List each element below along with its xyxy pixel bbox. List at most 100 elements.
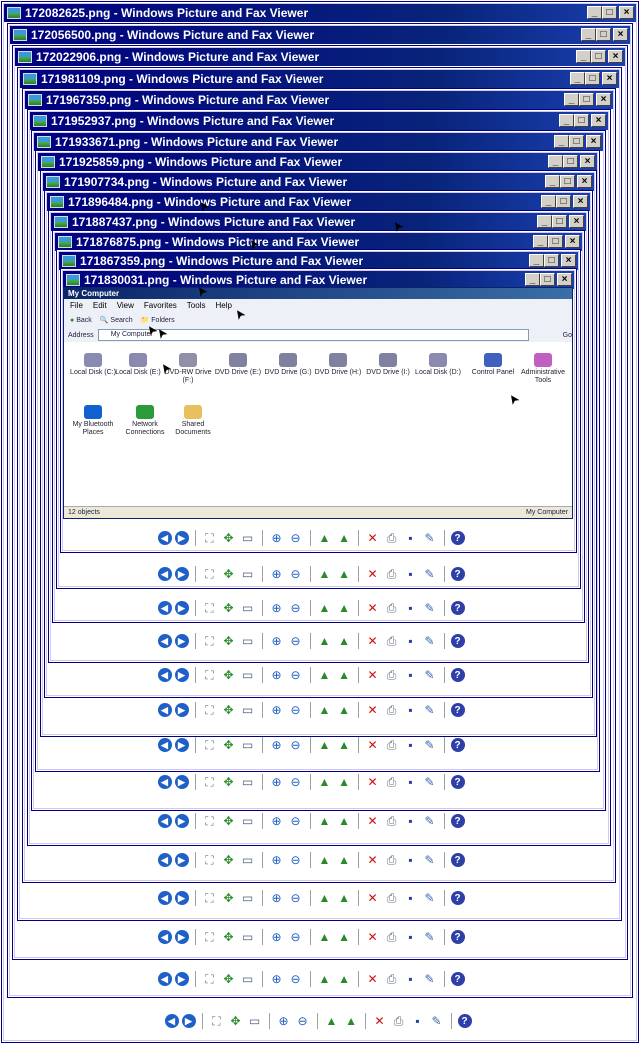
actual-size-icon[interactable]: ✥ <box>221 633 237 649</box>
delete-icon[interactable]: ✕ <box>365 633 381 649</box>
zoom-out-icon[interactable]: ⊖ <box>288 633 304 649</box>
print-icon[interactable]: ⎙ <box>384 702 400 718</box>
help-icon[interactable]: ? <box>450 601 465 615</box>
drive-item[interactable]: Local Disk (C:) <box>68 353 118 377</box>
drive-item[interactable]: Local Disk (D:) <box>413 353 463 377</box>
zoom-in-icon[interactable]: ⊕ <box>269 530 285 546</box>
drive-item[interactable]: Administrative Tools <box>518 353 568 385</box>
help-icon[interactable]: ? <box>450 891 465 905</box>
rotate-clockwise-icon[interactable]: ▲ <box>317 774 333 790</box>
zoom-in-icon[interactable]: ⊕ <box>269 774 285 790</box>
previous-image-icon[interactable]: ◀ <box>157 775 172 789</box>
zoom-in-icon[interactable]: ⊕ <box>269 702 285 718</box>
save-icon[interactable]: ▪ <box>403 702 419 718</box>
print-icon[interactable]: ⎙ <box>384 971 400 987</box>
zoom-out-icon[interactable]: ⊖ <box>288 530 304 546</box>
edit-icon[interactable]: ✎ <box>422 667 438 683</box>
help-icon[interactable]: ? <box>450 775 465 789</box>
slideshow-icon[interactable]: ▭ <box>240 929 256 945</box>
best-fit-icon[interactable]: ⛶ <box>202 702 218 718</box>
maximize-button[interactable]: □ <box>591 50 606 63</box>
help-icon[interactable]: ? <box>450 814 465 828</box>
minimize-button[interactable]: _ <box>545 175 560 188</box>
close-button[interactable]: × <box>608 50 623 63</box>
rotate-counterclockwise-icon[interactable]: ▲ <box>336 600 352 616</box>
delete-icon[interactable]: ✕ <box>365 737 381 753</box>
best-fit-icon[interactable]: ⛶ <box>202 566 218 582</box>
help-icon[interactable]: ? <box>450 668 465 682</box>
save-icon[interactable]: ▪ <box>403 890 419 906</box>
maximize-button[interactable]: □ <box>560 175 575 188</box>
rotate-counterclockwise-icon[interactable]: ▲ <box>336 530 352 546</box>
next-image-icon[interactable]: ▶ <box>174 814 189 828</box>
rotate-counterclockwise-icon[interactable]: ▲ <box>336 702 352 718</box>
zoom-in-icon[interactable]: ⊕ <box>269 633 285 649</box>
previous-image-icon[interactable]: ◀ <box>157 891 172 905</box>
maximize-button[interactable]: □ <box>579 93 594 106</box>
minimize-button[interactable]: _ <box>548 155 563 168</box>
menu-item[interactable]: Edit <box>93 299 107 312</box>
rotate-counterclockwise-icon[interactable]: ▲ <box>336 667 352 683</box>
edit-icon[interactable]: ✎ <box>422 530 438 546</box>
edit-icon[interactable]: ✎ <box>422 633 438 649</box>
print-icon[interactable]: ⎙ <box>384 929 400 945</box>
minimize-button[interactable]: _ <box>564 93 579 106</box>
zoom-in-icon[interactable]: ⊕ <box>269 852 285 868</box>
zoom-in-icon[interactable]: ⊕ <box>276 1013 292 1029</box>
print-icon[interactable]: ⎙ <box>384 600 400 616</box>
edit-icon[interactable]: ✎ <box>422 971 438 987</box>
previous-image-icon[interactable]: ◀ <box>157 634 172 648</box>
minimize-button[interactable]: _ <box>570 72 585 85</box>
actual-size-icon[interactable]: ✥ <box>221 702 237 718</box>
minimize-button[interactable]: _ <box>559 114 574 127</box>
maximize-button[interactable]: □ <box>574 114 589 127</box>
window-title-bar[interactable]: 172022906.png - Windows Picture and Fax … <box>15 48 625 66</box>
rotate-clockwise-icon[interactable]: ▲ <box>317 667 333 683</box>
minimize-button[interactable]: _ <box>541 195 556 208</box>
actual-size-icon[interactable]: ✥ <box>221 971 237 987</box>
save-icon[interactable]: ▪ <box>403 852 419 868</box>
previous-image-icon[interactable]: ◀ <box>164 1014 179 1028</box>
rotate-counterclockwise-icon[interactable]: ▲ <box>343 1013 359 1029</box>
window-title-bar[interactable]: 172056500.png - Windows Picture and Fax … <box>10 26 630 44</box>
zoom-in-icon[interactable]: ⊕ <box>269 566 285 582</box>
search-button[interactable]: 🔍 Search <box>100 316 133 324</box>
previous-image-icon[interactable]: ◀ <box>157 567 172 581</box>
zoom-out-icon[interactable]: ⊖ <box>288 852 304 868</box>
rotate-counterclockwise-icon[interactable]: ▲ <box>336 813 352 829</box>
zoom-in-icon[interactable]: ⊕ <box>269 971 285 987</box>
slideshow-icon[interactable]: ▭ <box>240 667 256 683</box>
rotate-clockwise-icon[interactable]: ▲ <box>317 702 333 718</box>
print-icon[interactable]: ⎙ <box>384 737 400 753</box>
next-image-icon[interactable]: ▶ <box>174 601 189 615</box>
actual-size-icon[interactable]: ✥ <box>221 774 237 790</box>
maximize-button[interactable]: □ <box>544 254 559 267</box>
zoom-out-icon[interactable]: ⊖ <box>288 667 304 683</box>
actual-size-icon[interactable]: ✥ <box>221 737 237 753</box>
minimize-button[interactable]: _ <box>587 6 602 19</box>
menu-item[interactable]: Help <box>215 299 231 312</box>
rotate-clockwise-icon[interactable]: ▲ <box>317 929 333 945</box>
drive-item[interactable]: Control Panel <box>468 353 518 377</box>
print-icon[interactable]: ⎙ <box>384 813 400 829</box>
next-image-icon[interactable]: ▶ <box>174 853 189 867</box>
help-icon[interactable]: ? <box>450 703 465 717</box>
window-title-bar[interactable]: 172082625.png - Windows Picture and Fax … <box>4 4 636 22</box>
previous-image-icon[interactable]: ◀ <box>157 601 172 615</box>
minimize-button[interactable]: _ <box>525 273 540 286</box>
slideshow-icon[interactable]: ▭ <box>240 737 256 753</box>
close-button[interactable]: × <box>596 93 611 106</box>
zoom-out-icon[interactable]: ⊖ <box>288 702 304 718</box>
slideshow-icon[interactable]: ▭ <box>240 852 256 868</box>
delete-icon[interactable]: ✕ <box>365 929 381 945</box>
drive-item[interactable]: DVD Drive (E:) <box>213 353 263 377</box>
slideshow-icon[interactable]: ▭ <box>240 890 256 906</box>
previous-image-icon[interactable]: ◀ <box>157 853 172 867</box>
minimize-button[interactable]: _ <box>533 235 548 248</box>
close-button[interactable]: × <box>580 155 595 168</box>
drive-item[interactable]: Local Disk (E:) <box>113 353 163 377</box>
print-icon[interactable]: ⎙ <box>384 667 400 683</box>
edit-icon[interactable]: ✎ <box>422 774 438 790</box>
delete-icon[interactable]: ✕ <box>365 971 381 987</box>
window-title-bar[interactable]: 171925859.png - Windows Picture and Fax … <box>38 153 597 171</box>
